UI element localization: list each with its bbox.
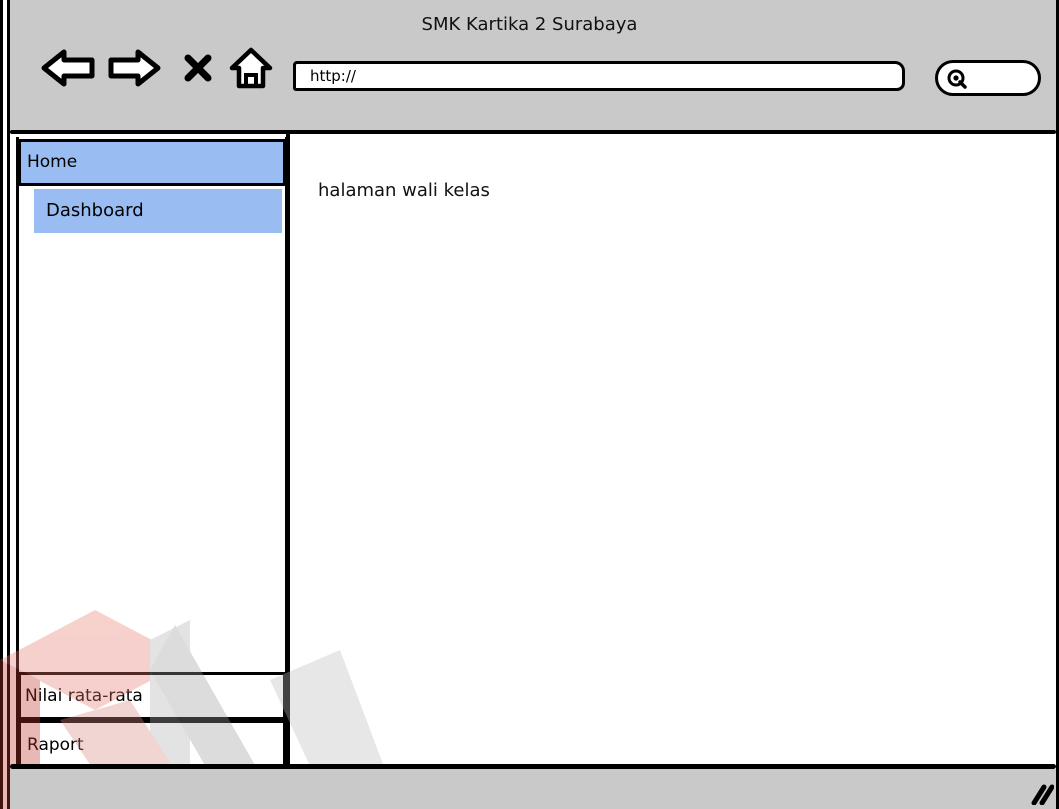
toolbar-divider <box>10 130 1056 134</box>
sidebar-item-raport[interactable]: Raport <box>18 720 286 770</box>
address-bar-input[interactable]: http:// <box>293 61 905 91</box>
search-icon <box>947 69 967 89</box>
sidebar-item-dashboard[interactable]: Dashboard <box>34 189 282 233</box>
back-arrow-icon[interactable] <box>38 46 98 90</box>
page-text: halaman wali kelas <box>318 180 490 201</box>
resize-grip-icon[interactable] <box>1028 779 1054 805</box>
close-icon[interactable] <box>180 46 216 90</box>
forward-arrow-icon[interactable] <box>106 46 164 90</box>
sidebar-item-nilai-rata-rata[interactable]: Nilai rata-rata <box>18 672 286 720</box>
window-title: SMK Kartika 2 Surabaya <box>421 14 638 35</box>
search-input[interactable] <box>935 60 1041 96</box>
sidebar-item-home[interactable]: Home <box>18 139 286 186</box>
status-bar <box>10 769 1056 809</box>
status-bar-divider <box>10 764 1056 769</box>
home-icon[interactable] <box>228 46 274 90</box>
content-divider <box>286 133 290 773</box>
